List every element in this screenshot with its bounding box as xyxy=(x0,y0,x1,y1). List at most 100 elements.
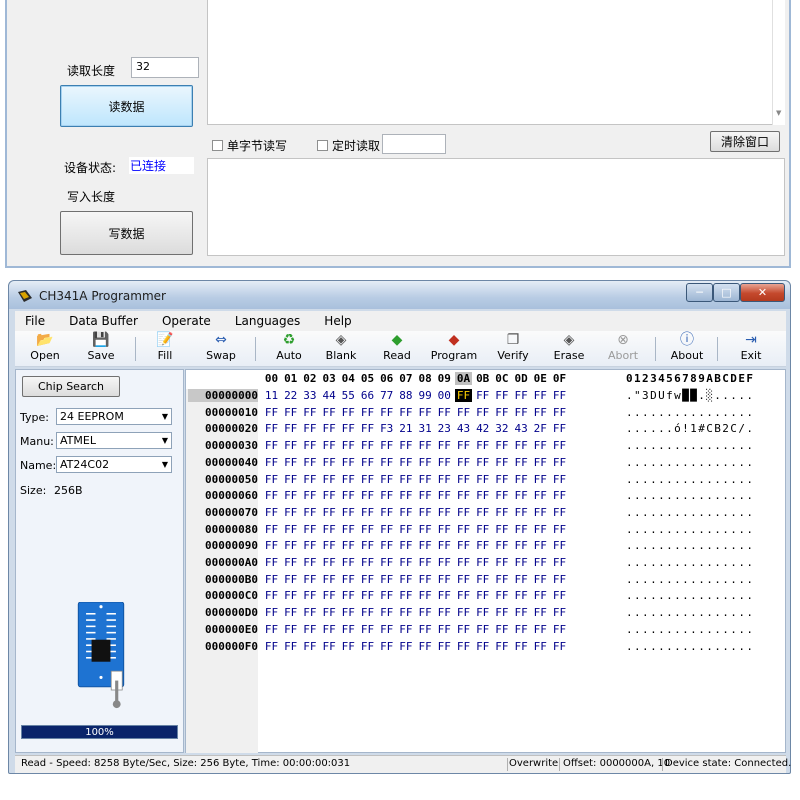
timed-read-checkbox[interactable]: 定时读取 xyxy=(317,137,380,154)
hex-row[interactable]: 000000E0 FF FF FF FF FF FF FF FF FF FF FF FF FF FF FF FF… xyxy=(186,623,786,640)
toolbar-exit-button[interactable]: ⇥ Exit xyxy=(731,331,771,367)
hex-byte[interactable]: FF xyxy=(436,589,453,602)
hex-byte[interactable]: FF xyxy=(359,556,376,569)
hex-byte[interactable]: FF xyxy=(532,556,549,569)
hex-byte[interactable]: FF xyxy=(301,589,318,602)
toolbar-about-button[interactable]: ⓘ About xyxy=(667,331,707,367)
hex-byte[interactable]: FF xyxy=(417,573,434,586)
timed-read-interval-input[interactable] xyxy=(382,134,446,154)
hex-byte[interactable]: FF xyxy=(397,439,414,452)
hex-byte[interactable]: FF xyxy=(340,623,357,636)
hex-byte[interactable]: FF xyxy=(263,422,280,435)
hex-byte[interactable]: FF xyxy=(551,389,568,402)
toolbar-swap-button[interactable]: ⇔ Swap xyxy=(201,331,241,367)
hex-byte[interactable]: FF xyxy=(282,573,299,586)
hex-editor[interactable]: 00 01 02 03 04 05 06 07 08 09 0A 0B 0C 0D 0E 0F 01234567… xyxy=(185,369,786,753)
hex-byte[interactable]: FF xyxy=(263,623,280,636)
hex-byte[interactable]: F3 xyxy=(378,422,395,435)
scroll-down-icon[interactable]: ▼ xyxy=(776,109,781,117)
hex-byte[interactable]: FF xyxy=(321,422,338,435)
hex-byte[interactable]: FF xyxy=(551,623,568,636)
hex-byte[interactable]: FF xyxy=(474,456,491,469)
hex-byte[interactable]: FF xyxy=(474,523,491,536)
hex-byte[interactable]: FF xyxy=(493,489,510,502)
hex-byte[interactable]: FF xyxy=(359,489,376,502)
chevron-down-icon[interactable]: ▼ xyxy=(162,412,168,421)
hex-byte[interactable]: FF xyxy=(513,406,530,419)
hex-row[interactable]: 00000090 FF FF FF FF FF FF FF FF FF FF FF FF FF FF FF FF… xyxy=(186,539,786,556)
hex-byte[interactable]: FF xyxy=(455,589,472,602)
hex-byte[interactable]: FF xyxy=(282,556,299,569)
hex-byte[interactable]: FF xyxy=(397,573,414,586)
hex-byte[interactable]: FF xyxy=(397,539,414,552)
title-bar[interactable]: CH341A Programmer ─ □ ✕ xyxy=(9,281,790,309)
toolbar-auto-button[interactable]: ♻ Auto xyxy=(269,331,309,367)
hex-byte[interactable]: FF xyxy=(417,489,434,502)
hex-byte[interactable]: FF xyxy=(321,439,338,452)
hex-byte[interactable]: FF xyxy=(417,523,434,536)
hex-byte[interactable]: FF xyxy=(340,422,357,435)
hex-byte[interactable]: FF xyxy=(513,473,530,486)
menu-data-buffer[interactable]: Data Buffer xyxy=(61,314,146,328)
hex-byte[interactable]: FF xyxy=(340,439,357,452)
hex-byte[interactable]: FF xyxy=(417,439,434,452)
hex-byte[interactable]: FF xyxy=(301,506,318,519)
hex-row[interactable]: 00000040 FF FF FF FF FF FF FF FF FF FF FF FF FF FF FF FF… xyxy=(186,456,786,473)
hex-byte[interactable]: FF xyxy=(455,539,472,552)
hex-byte[interactable]: FF xyxy=(513,506,530,519)
hex-byte[interactable]: FF xyxy=(417,623,434,636)
read-length-input[interactable]: 32 xyxy=(131,57,199,78)
hex-byte[interactable]: FF xyxy=(474,589,491,602)
hex-byte[interactable]: FF xyxy=(378,573,395,586)
hex-byte[interactable]: FF xyxy=(417,589,434,602)
checkbox-icon[interactable] xyxy=(212,140,223,151)
hex-byte[interactable]: FF xyxy=(301,623,318,636)
hex-byte[interactable]: FF xyxy=(551,556,568,569)
hex-byte[interactable]: FF xyxy=(532,406,549,419)
ascii-text[interactable]: ................ xyxy=(626,439,754,452)
hex-byte[interactable]: FF xyxy=(493,506,510,519)
hex-byte[interactable]: FF xyxy=(474,473,491,486)
read-output-scrollbar[interactable]: ▼ xyxy=(772,0,785,125)
hex-byte[interactable]: FF xyxy=(340,456,357,469)
hex-byte[interactable]: FF xyxy=(417,406,434,419)
hex-byte[interactable]: FF xyxy=(493,573,510,586)
hex-byte[interactable]: FF xyxy=(301,523,318,536)
hex-byte[interactable]: FF xyxy=(397,489,414,502)
ascii-text[interactable]: ................ xyxy=(626,523,754,536)
hex-byte[interactable]: FF xyxy=(417,556,434,569)
hex-byte[interactable]: FF xyxy=(359,473,376,486)
hex-row[interactable]: 00000080 FF FF FF FF FF FF FF FF FF FF FF FF FF FF FF FF… xyxy=(186,523,786,540)
hex-byte[interactable]: FF xyxy=(359,523,376,536)
hex-byte[interactable]: FF xyxy=(532,573,549,586)
hex-byte[interactable]: FF xyxy=(551,506,568,519)
hex-byte[interactable]: FF xyxy=(474,439,491,452)
hex-byte[interactable]: FF xyxy=(397,606,414,619)
hex-byte[interactable]: FF xyxy=(397,640,414,653)
toolbar-blank-button[interactable]: ◈ Blank xyxy=(321,331,361,367)
hex-byte[interactable]: 43 xyxy=(513,422,530,435)
hex-byte[interactable]: FF xyxy=(474,506,491,519)
hex-row[interactable]: 00000050 FF FF FF FF FF FF FF FF FF FF FF FF FF FF FF FF… xyxy=(186,473,786,490)
hex-row[interactable]: 00000010 FF FF FF FF FF FF FF FF FF FF FF FF FF FF FF FF… xyxy=(186,406,786,423)
hex-byte[interactable]: FF xyxy=(378,640,395,653)
hex-byte[interactable]: FF xyxy=(551,456,568,469)
hex-row[interactable]: 000000A0 FF FF FF FF FF FF FF FF FF FF FF FF FF FF FF FF… xyxy=(186,556,786,573)
hex-byte[interactable]: FF xyxy=(455,573,472,586)
hex-byte[interactable]: FF xyxy=(359,422,376,435)
hex-byte[interactable]: FF xyxy=(532,523,549,536)
checkbox-icon[interactable] xyxy=(317,140,328,151)
ascii-text[interactable]: ......ó!1#CB2C/. xyxy=(626,422,754,435)
hex-byte[interactable]: FF xyxy=(417,473,434,486)
hex-byte[interactable]: FF xyxy=(455,439,472,452)
hex-byte[interactable]: FF xyxy=(282,589,299,602)
chip-name-select[interactable]: AT24C02 ▼ xyxy=(56,456,172,473)
hex-row[interactable]: 00000000 11 22 33 44 55 66 77 88 99 00 FF FF FF FF FF FF… xyxy=(186,389,786,406)
hex-byte[interactable]: FF xyxy=(301,406,318,419)
toolbar-abort-button[interactable]: ⊗ Abort xyxy=(603,331,643,367)
hex-byte[interactable]: FF xyxy=(321,640,338,653)
hex-byte[interactable]: FF xyxy=(263,556,280,569)
hex-row[interactable]: 000000C0 FF FF FF FF FF FF FF FF FF FF FF FF FF FF FF FF… xyxy=(186,589,786,606)
hex-byte[interactable]: FF xyxy=(301,606,318,619)
hex-byte[interactable]: FF xyxy=(263,473,280,486)
